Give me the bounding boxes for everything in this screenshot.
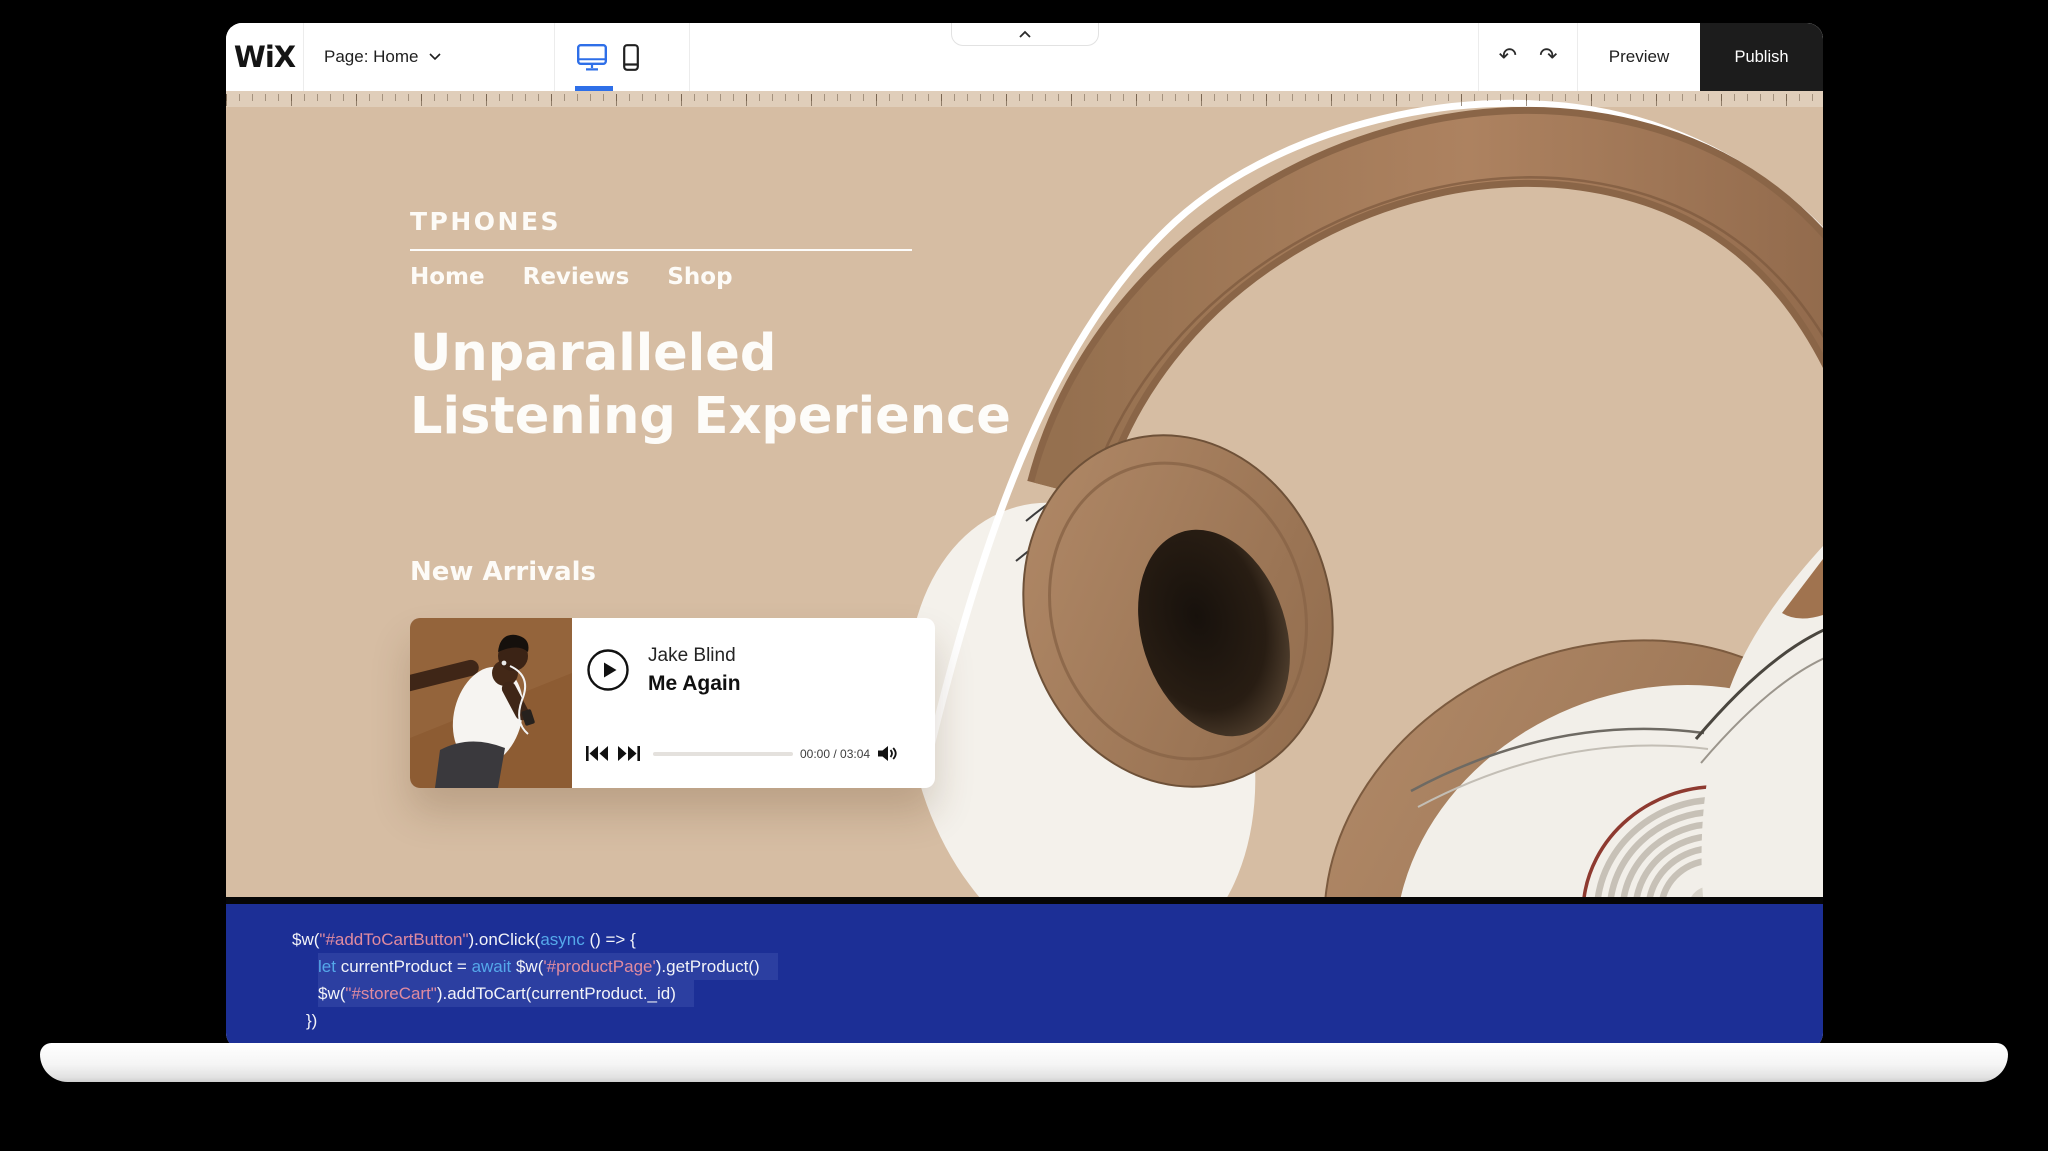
current-time: 00:00: [800, 747, 830, 761]
history-controls: ↶ ↷: [1479, 23, 1577, 91]
site-canvas: TPHONES Home Reviews Shop Unparalleled L…: [226, 91, 1823, 897]
laptop-mockup: WiX Page: Home: [0, 0, 2048, 1151]
runner-photo: [410, 618, 572, 788]
volume-button[interactable]: [878, 745, 897, 762]
toolbar-collapse-tab[interactable]: [951, 23, 1099, 46]
editor-toolbar: WiX Page: Home: [226, 23, 1823, 92]
time-display: 00:00 / 03:04: [800, 747, 870, 761]
nav-link-home[interactable]: Home: [410, 264, 485, 290]
next-track-button[interactable]: [618, 746, 640, 761]
undo-button[interactable]: ↶: [1499, 46, 1517, 68]
previous-track-icon: [586, 746, 608, 761]
desktop-view-button[interactable]: [577, 44, 607, 71]
code-panel[interactable]: $w("#addToCartButton").onClick(async () …: [226, 904, 1823, 1049]
panel-divider: [226, 897, 1823, 904]
runner-photo-art: [410, 618, 572, 788]
code-line: let currentProduct = await $w('#productP…: [318, 953, 778, 980]
laptop-base: [40, 1043, 2008, 1082]
track-info: Jake Blind Me Again: [648, 645, 741, 696]
device-toggle: [555, 23, 689, 91]
wix-logo-text: WiX: [234, 40, 295, 74]
hero-heading-line2: Listening Experience: [410, 385, 1011, 448]
nav-link-reviews[interactable]: Reviews: [523, 264, 630, 290]
previous-track-button[interactable]: [586, 746, 608, 761]
artist-name: Jake Blind: [648, 645, 741, 667]
track-title: Me Again: [648, 672, 741, 696]
page-selector-label: Page: Home: [324, 47, 419, 67]
code-line: }): [306, 1007, 1823, 1034]
logo-divider-line: [410, 249, 912, 251]
hero-heading: Unparalleled Listening Experience: [410, 322, 1011, 448]
editor-ruler: [226, 91, 1823, 107]
music-player-card: Jake Blind Me Again: [410, 618, 935, 788]
volume-icon: [878, 745, 897, 762]
code-line: $w("#storeCart").addToCart(currentProduc…: [318, 980, 694, 1007]
site-nav: Home Reviews Shop: [410, 264, 912, 290]
hero-heading-line1: Unparalleled: [410, 322, 1011, 385]
code-line: $w("#addToCartButton").onClick(async () …: [292, 926, 1823, 953]
page-selector[interactable]: Page: Home: [304, 23, 554, 91]
redo-button[interactable]: ↷: [1539, 46, 1557, 68]
time-separator: /: [830, 747, 840, 761]
duration: 03:04: [840, 747, 870, 761]
wix-logo[interactable]: WiX: [226, 23, 303, 91]
desktop-icon: [577, 44, 607, 71]
site-logo: TPHONES: [410, 207, 912, 236]
play-icon: [586, 648, 630, 692]
next-track-icon: [618, 746, 640, 761]
nav-link-shop[interactable]: Shop: [667, 264, 732, 290]
chevron-down-icon: [429, 53, 441, 61]
player-controls: 00:00 / 03:04: [586, 745, 897, 762]
play-button[interactable]: [586, 648, 630, 692]
code-lines: $w("#addToCartButton").onClick(async () …: [226, 904, 1823, 1034]
chevron-up-icon: [1018, 30, 1032, 39]
editor-window: WiX Page: Home: [226, 23, 1823, 1049]
progress-bar[interactable]: [653, 752, 793, 756]
mobile-icon: [623, 44, 639, 71]
preview-button[interactable]: Preview: [1578, 23, 1700, 91]
section-label: New Arrivals: [410, 557, 596, 587]
publish-button[interactable]: Publish: [1700, 23, 1823, 91]
mobile-view-button[interactable]: [623, 44, 639, 71]
site-header: TPHONES Home Reviews Shop: [410, 207, 912, 290]
